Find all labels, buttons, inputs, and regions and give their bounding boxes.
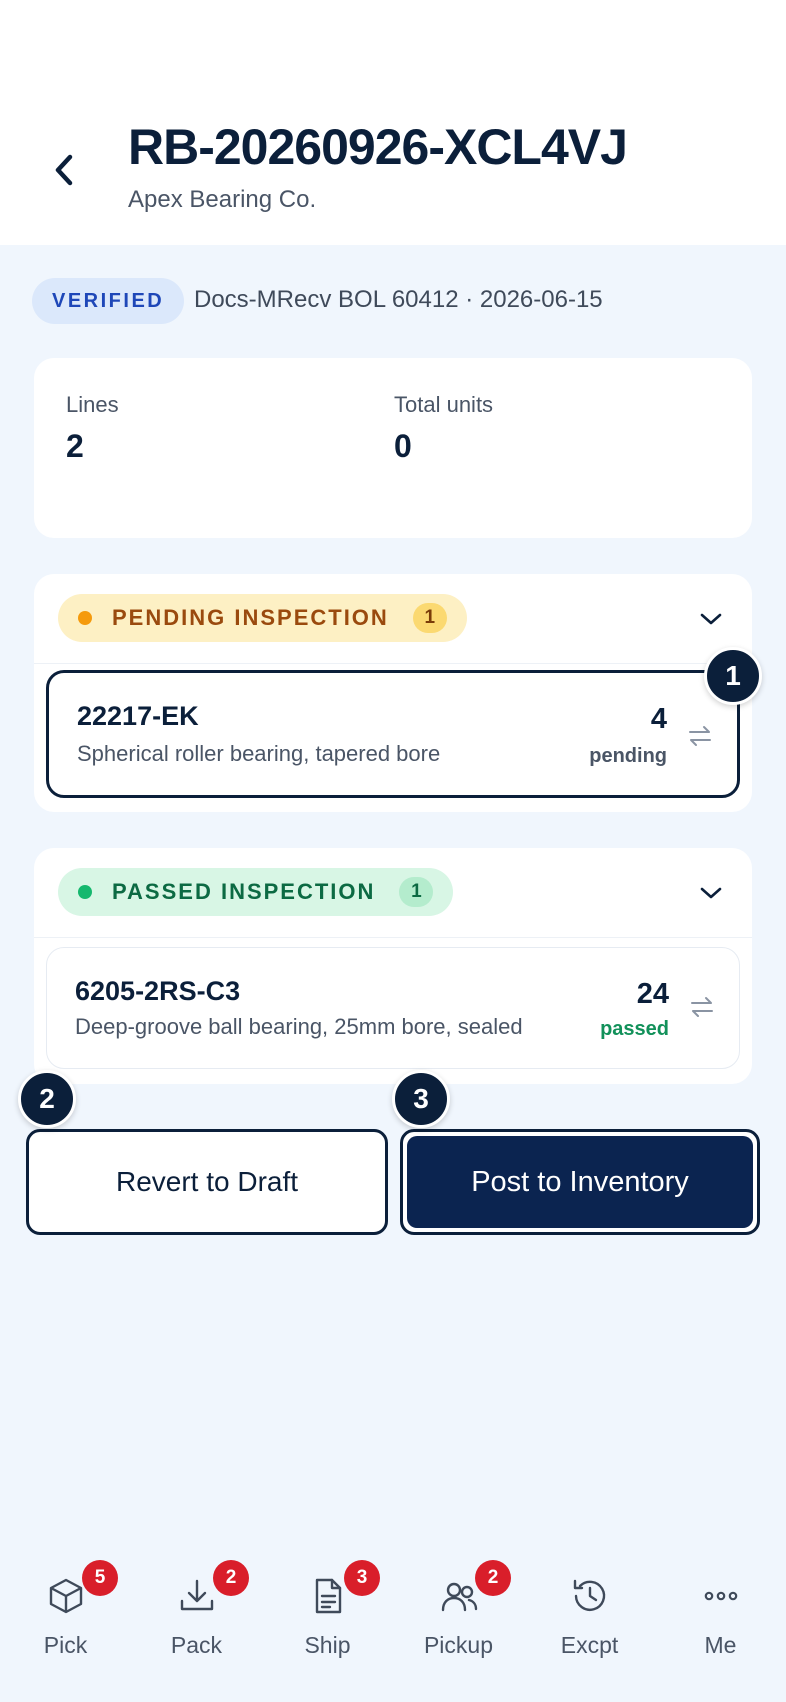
pending-dot-icon [78,611,92,625]
nav-item-me[interactable]: Me [655,1540,786,1680]
history-icon [573,1579,606,1611]
swap-arrows-icon [691,997,713,1017]
nav-label: Ship [304,1632,351,1658]
page-title: RB-20260926-XCL4VJ [128,119,628,175]
line-item-qty-status: pending [589,745,667,767]
group-passed-inspection: PASSED INSPECTION 1 6205-2RS-C3 Deep-gro… [34,848,752,1084]
line-item-description: Spherical roller bearing, tapered bore [77,741,441,766]
receiving-batch-detail-screen: RB-20260926-XCL4VJ Apex Bearing Co. VERI… [0,0,786,1702]
chevron-left-icon [55,154,73,186]
summary-card: Lines 2 Total units 0 [34,358,752,538]
line-item-qty-status: passed [600,1018,669,1040]
nav-label: Excpt [560,1632,619,1658]
users-icon [441,1582,478,1612]
passed-inspection-pill: PASSED INSPECTION 1 [58,868,454,916]
move-line-button[interactable] [687,992,717,1022]
group-status-label: PENDING INSPECTION [112,605,389,630]
revert-to-draft-button[interactable]: Revert to Draft [26,1129,388,1235]
header: RB-20260926-XCL4VJ Apex Bearing Co. [0,0,786,245]
chevron-down-icon [700,613,722,625]
status-badge: VERIFIED [32,278,185,324]
total-units-value: 0 [394,428,412,464]
collapse-pending-button[interactable] [696,604,726,634]
lines-label: Lines [66,392,119,417]
nav-label: Pack [170,1632,223,1658]
nav-label: Pick [43,1632,88,1658]
chevron-down-icon [700,887,722,899]
nav-count-badge: 2 [475,1560,511,1596]
group-header[interactable]: PASSED INSPECTION 1 [34,848,752,938]
box-icon [49,1578,83,1614]
back-button[interactable] [44,142,84,198]
group-count-badge: 1 [399,877,434,907]
more-dots-icon [704,1591,738,1601]
group-pending-inspection: PENDING INSPECTION 1 22217-EK Spherical … [34,574,752,812]
nav-count-badge: 2 [213,1560,249,1596]
total-units-label: Total units [394,392,494,417]
line-item-qty: 24 [636,978,669,1010]
pending-inspection-pill: PENDING INSPECTION 1 [58,594,467,642]
lines-value: 2 [66,428,84,464]
nav-item-exceptions[interactable]: Excpt [524,1540,655,1680]
line-item-sku: 22217-EK [77,701,199,731]
step-marker-2: 2 [18,1070,76,1128]
document-icon [315,1578,342,1614]
bottom-nav: Pick 5 Pack 2 Ship 3 Pickup 2 Excpt Me [0,1540,786,1702]
move-line-button[interactable] [685,721,715,751]
line-item[interactable]: 22217-EK Spherical roller bearing, taper… [46,670,740,798]
post-to-inventory-button[interactable]: Post to Inventory [407,1136,753,1228]
group-status-label: PASSED INSPECTION [112,879,376,904]
nav-count-badge: 5 [82,1560,118,1596]
nav-count-badge: 3 [344,1560,380,1596]
nav-label: Pickup [423,1632,494,1658]
step-marker-1: 1 [704,647,762,705]
nav-item-ship[interactable]: Ship 3 [262,1540,393,1680]
nav-label: Me [704,1632,737,1658]
nav-item-pack[interactable]: Pack 2 [131,1540,262,1680]
collapse-passed-button[interactable] [696,878,726,908]
vendor-name: Apex Bearing Co. [128,186,317,213]
line-item[interactable]: 6205-2RS-C3 Deep-groove ball bearing, 25… [46,947,740,1069]
swap-arrows-icon [689,726,711,746]
step-marker-3: 3 [392,1070,450,1128]
group-header[interactable]: PENDING INSPECTION 1 [34,574,752,664]
line-item-description: Deep-groove ball bearing, 25mm bore, sea… [75,1014,523,1039]
line-item-sku: 6205-2RS-C3 [75,976,241,1006]
download-tray-icon [180,1579,214,1611]
nav-item-pick[interactable]: Pick 5 [0,1540,131,1680]
nav-item-pickup[interactable]: Pickup 2 [393,1540,524,1680]
post-button-focus-ring: Post to Inventory [400,1129,760,1235]
document-reference: Docs-MRecv BOL 60412 · 2026-06-15 [194,286,603,313]
passed-dot-icon [78,885,92,899]
line-item-qty: 4 [650,703,667,735]
group-count-badge: 1 [412,603,447,633]
